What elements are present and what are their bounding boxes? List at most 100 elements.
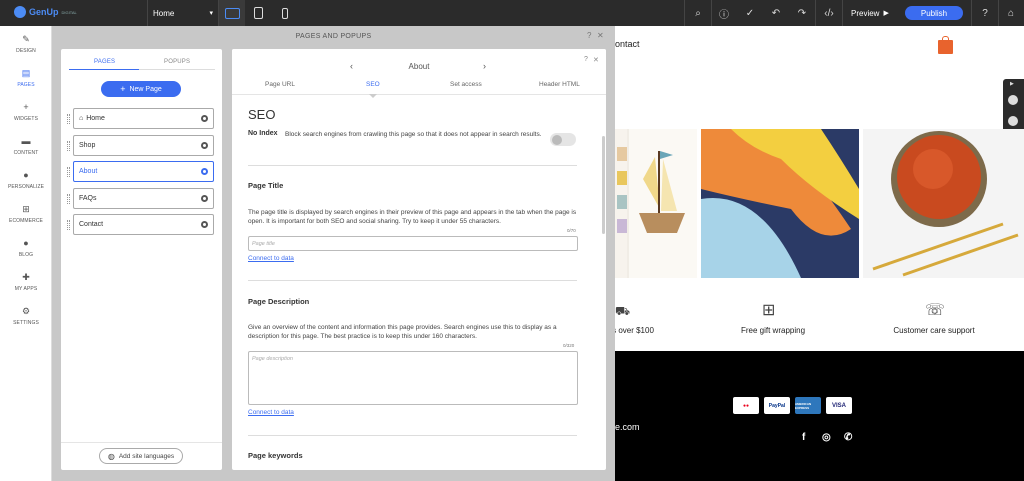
page-settings-header: [232, 49, 606, 95]
search-button[interactable]: ⌕: [685, 0, 711, 26]
undo-button[interactable]: ↶: [763, 0, 789, 26]
page-description-counter: 0/320: [563, 343, 575, 348]
page-row-shop[interactable]: Shop: [67, 135, 214, 156]
zoom-icon[interactable]: [1008, 95, 1018, 105]
home-button[interactable]: ⌂: [998, 0, 1024, 26]
shopping-bag-icon[interactable]: [938, 36, 953, 54]
publish-button[interactable]: Publish: [905, 6, 963, 20]
boat-illustration: [615, 129, 697, 278]
code-button[interactable]: ‹/›: [816, 0, 842, 26]
drag-handle-icon[interactable]: [67, 194, 70, 204]
tabs-divider: [232, 94, 606, 95]
left-nav: ✎ DESIGN ▤ PAGES + WIDGETS ▬ CONTENT ● P…: [0, 26, 52, 481]
page-title-heading: Page Title: [248, 181, 284, 190]
footer-domain[interactable]: e.com: [615, 422, 640, 432]
drag-handle-icon[interactable]: [67, 167, 70, 177]
nav-label: MY APPS: [14, 286, 38, 292]
noindex-description: Block search engines from crawling this …: [285, 131, 542, 138]
noindex-toggle[interactable]: [550, 133, 576, 146]
nav-label: ECOMMERCE: [9, 218, 43, 224]
desktop-view-button[interactable]: [219, 0, 245, 26]
instagram-icon[interactable]: ◎: [822, 432, 831, 443]
nav-label: PERSONALIZE: [7, 184, 45, 190]
page-row-about[interactable]: About: [67, 161, 214, 182]
drag-handle-icon[interactable]: [67, 114, 70, 124]
help-icon[interactable]: ?: [587, 31, 591, 40]
drag-handle-icon[interactable]: [67, 220, 70, 230]
code-icon: ‹/›: [824, 7, 834, 19]
nav-settings[interactable]: ⚙ SETTINGS: [0, 300, 52, 334]
product-image-yarn: [863, 129, 1024, 278]
nav-personalize[interactable]: ● PERSONALIZE: [0, 164, 52, 198]
nav-label: DESIGN: [16, 48, 36, 54]
comment-icon[interactable]: [1008, 116, 1018, 126]
page-keywords-heading: Page keywords: [248, 451, 303, 460]
page-title-input[interactable]: Page title: [248, 236, 578, 251]
expand-icon[interactable]: ▶: [1010, 81, 1014, 87]
page-row-contact[interactable]: Contact: [67, 214, 214, 235]
preview-button[interactable]: Preview ▶: [843, 0, 889, 26]
help-button[interactable]: ?: [972, 0, 998, 26]
tab-pages[interactable]: PAGES: [94, 59, 115, 65]
tab-header-html[interactable]: Header HTML: [539, 81, 580, 88]
home-icon: ⌂: [1007, 7, 1015, 19]
plus-icon: +: [120, 84, 126, 94]
gear-icon[interactable]: [201, 142, 208, 149]
divider: [248, 435, 577, 436]
gear-icon[interactable]: [201, 168, 208, 175]
divider: [248, 280, 577, 281]
logo[interactable]: GenUp DIGITAL: [14, 6, 77, 18]
checklist-button[interactable]: ✓: [737, 0, 763, 26]
amex-icon: AMERICAN EXPRESS: [795, 397, 821, 414]
truck-icon: ⛟: [615, 304, 631, 318]
paypal-icon: PayPal: [764, 397, 790, 414]
tab-page-url[interactable]: Page URL: [265, 81, 295, 88]
facebook-icon[interactable]: f: [802, 432, 805, 443]
product-image-boat: [615, 129, 697, 278]
new-page-button[interactable]: + New Page: [101, 81, 181, 97]
seo-heading: SEO: [248, 107, 276, 122]
drag-handle-icon[interactable]: [67, 141, 70, 151]
whatsapp-icon[interactable]: ✆: [844, 432, 852, 443]
nav-my-apps[interactable]: ✚ MY APPS: [0, 266, 52, 300]
mobile-view-button[interactable]: [272, 0, 298, 26]
info-icon: ⓘ: [719, 9, 729, 21]
nav-widgets[interactable]: + WIDGETS: [0, 96, 52, 130]
check-icon: ✓: [745, 7, 755, 19]
nav-content[interactable]: ▬ CONTENT: [0, 130, 52, 164]
page-description-connect-link[interactable]: Connect to data: [248, 409, 294, 416]
nav-design[interactable]: ✎ DESIGN: [0, 28, 52, 62]
next-page-icon[interactable]: ›: [483, 61, 486, 71]
tablet-view-button[interactable]: [245, 0, 271, 26]
redo-button[interactable]: ↷: [789, 0, 815, 26]
info-button[interactable]: ⓘ: [711, 0, 737, 26]
nav-ecommerce[interactable]: ⊞ ECOMMERCE: [0, 198, 52, 232]
tab-seo[interactable]: SEO: [366, 81, 380, 88]
page-title-counter: 0/70: [567, 228, 576, 233]
mastercard-icon: ●●: [733, 397, 759, 414]
page-row-faqs[interactable]: FAQs: [67, 188, 214, 209]
site-footer: [615, 351, 1024, 481]
page-row-home[interactable]: ⌂ Home: [67, 108, 214, 129]
page-name: Shop: [79, 142, 96, 149]
tab-set-access[interactable]: Set access: [450, 81, 482, 88]
nav-blog[interactable]: ● BLOG: [0, 232, 52, 266]
page-title-connect-link[interactable]: Connect to data: [248, 255, 294, 262]
close-icon[interactable]: ✕: [597, 31, 604, 40]
tab-popups[interactable]: POPUPS: [164, 59, 190, 65]
gear-icon[interactable]: [201, 195, 208, 202]
page-title-description: The page title is displayed by search en…: [248, 209, 577, 225]
site-nav-contact[interactable]: ontact: [615, 39, 640, 49]
page-select-dropdown[interactable]: Home ▾: [149, 0, 217, 26]
page-name: FAQs: [79, 195, 97, 202]
settings-scrollbar[interactable]: [602, 136, 605, 234]
tablet-icon: [253, 7, 263, 19]
gear-icon[interactable]: [201, 221, 208, 228]
page-description-textarea[interactable]: Page description: [248, 351, 578, 405]
page-name: Home: [86, 115, 105, 122]
add-site-languages-button[interactable]: ◍ Add site languages: [99, 448, 183, 464]
page-select-value: Home: [153, 8, 175, 18]
person-icon: ●: [23, 170, 29, 180]
gear-icon[interactable]: [201, 115, 208, 122]
nav-pages[interactable]: ▤ PAGES: [0, 62, 52, 96]
